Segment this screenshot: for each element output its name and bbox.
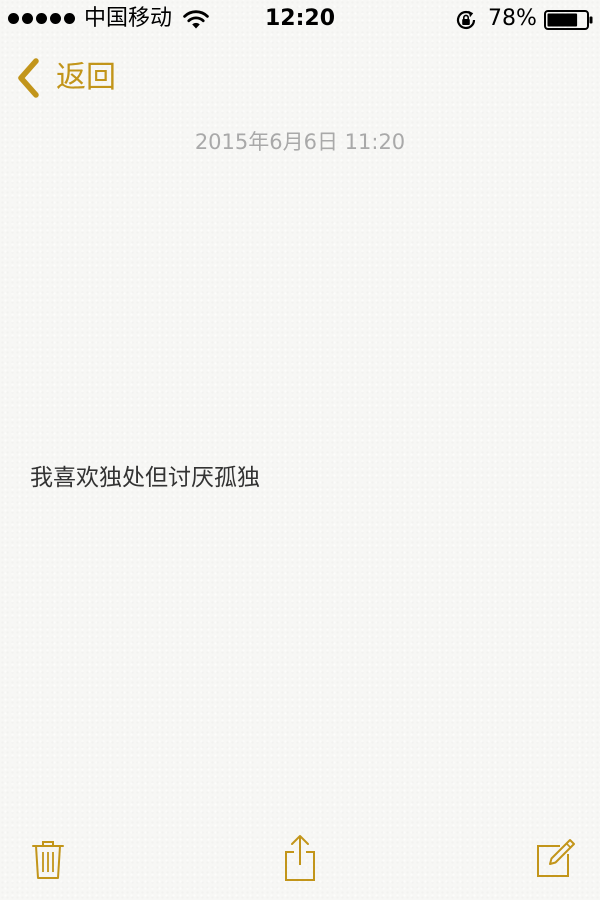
note-date: 2015年6月6日 11:20 [194, 130, 406, 154]
chevron-left-icon [18, 58, 39, 98]
battery-icon [544, 10, 593, 30]
battery-percent: 78% [488, 6, 537, 31]
rotation-lock-icon [456, 10, 476, 30]
status-bar: 中国移动 12:20 78% [0, 0, 600, 40]
back-button[interactable]: 返回 [14, 56, 116, 100]
share-icon[interactable] [280, 834, 320, 882]
note-body[interactable]: 我喜欢独处但讨厌孤独 [30, 462, 570, 494]
back-button-label: 返回 [56, 60, 116, 95]
compose-icon[interactable] [534, 838, 576, 880]
trash-icon[interactable] [30, 838, 66, 880]
